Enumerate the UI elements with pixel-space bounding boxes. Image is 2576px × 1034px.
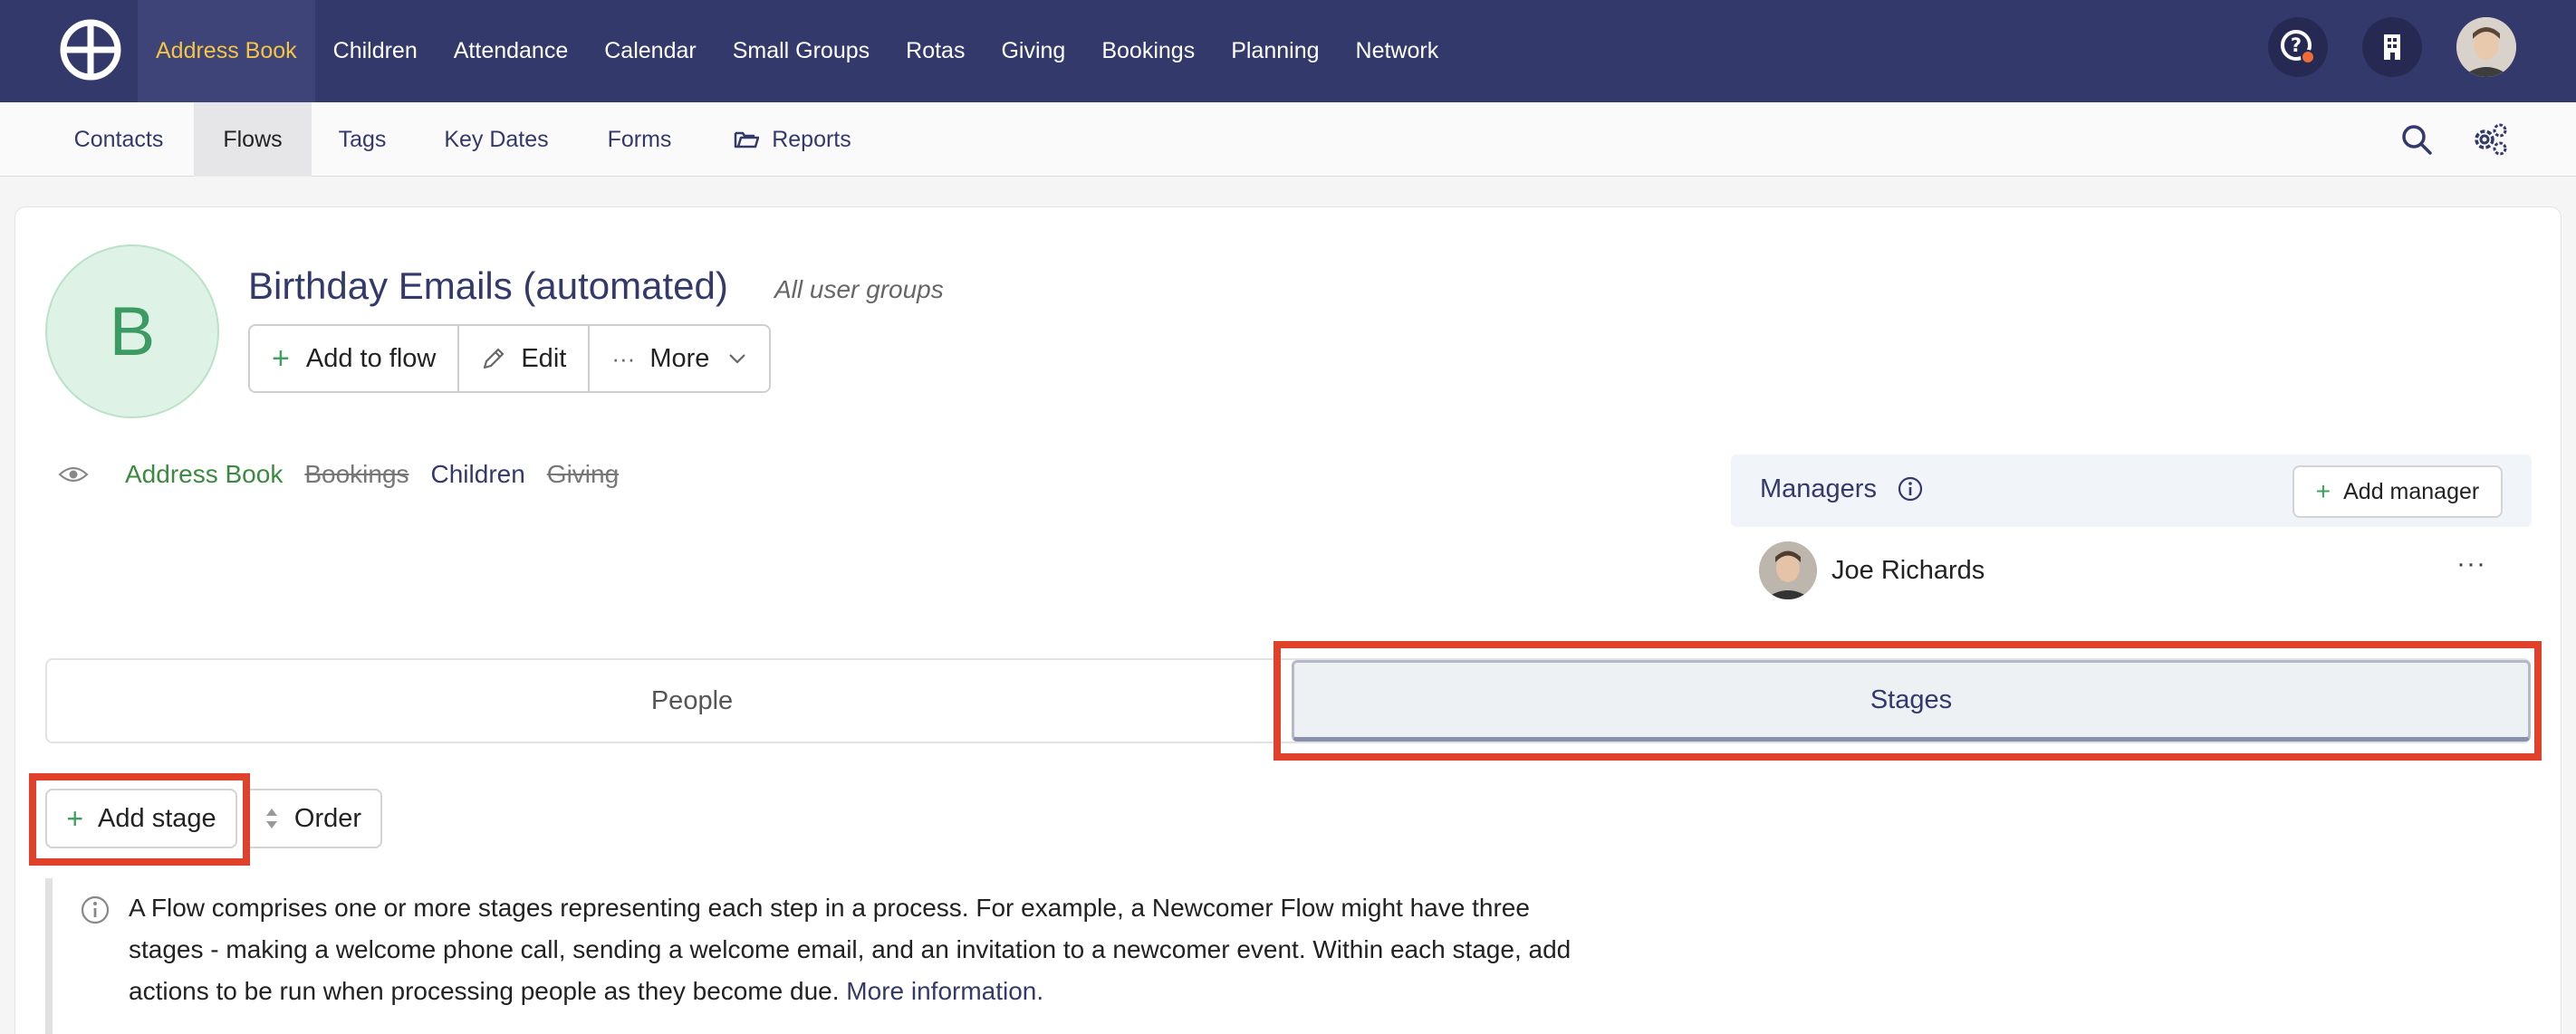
- more-information-link[interactable]: More information.: [846, 977, 1043, 1005]
- edit-button[interactable]: Edit: [457, 326, 588, 391]
- order-button[interactable]: Order: [243, 789, 382, 848]
- nav-item-rotas[interactable]: Rotas: [888, 0, 983, 102]
- stages-info: A Flow comprises one or more stages repr…: [45, 878, 1585, 1034]
- subnav-forms[interactable]: Forms: [594, 102, 685, 177]
- user-avatar[interactable]: [2456, 17, 2516, 77]
- tab-people[interactable]: People: [47, 660, 1337, 742]
- order-label: Order: [293, 803, 362, 833]
- edit-label: Edit: [521, 343, 567, 373]
- add-stage-label: Add stage: [98, 803, 216, 833]
- crosshair-logo-icon[interactable]: [58, 17, 123, 82]
- top-navigation: Address Book Children Attendance Calenda…: [0, 0, 2576, 102]
- help-icon: ?: [2281, 30, 2315, 64]
- add-to-flow-label: Add to flow: [305, 343, 437, 373]
- add-manager-button[interactable]: + Add manager: [2292, 465, 2503, 518]
- flow-tabs: People Stages: [45, 658, 2531, 743]
- main-menu: Address Book Children Attendance Calenda…: [138, 0, 1456, 102]
- access-address-book: Address Book: [125, 460, 284, 488]
- info-icon[interactable]: [1897, 475, 1924, 503]
- plus-icon: +: [272, 341, 290, 376]
- nav-item-children[interactable]: Children: [315, 0, 436, 102]
- add-stage-button[interactable]: + Add stage: [45, 789, 237, 848]
- tab-stages[interactable]: Stages: [1292, 660, 2531, 742]
- managers-title: Managers: [1760, 474, 1924, 504]
- subnav-flows[interactable]: Flows: [194, 102, 312, 177]
- nav-item-bookings[interactable]: Bookings: [1083, 0, 1213, 102]
- flow-user-groups: All user groups: [774, 275, 944, 303]
- search-icon[interactable]: [2400, 123, 2433, 156]
- manager-row: Joe Richards ···: [1759, 541, 2520, 601]
- nav-item-small-groups[interactable]: Small Groups: [715, 0, 888, 102]
- plus-icon: +: [66, 802, 84, 835]
- building-icon: [2384, 34, 2400, 60]
- pencil-icon: [484, 348, 505, 369]
- add-manager-label: Add manager: [2343, 478, 2480, 504]
- more-label: More: [649, 343, 710, 373]
- nav-item-network[interactable]: Network: [1338, 0, 1457, 102]
- access-giving: Giving: [546, 460, 620, 488]
- chevron-down-icon: [729, 354, 746, 364]
- svg-text:?: ?: [2291, 34, 2302, 56]
- info-icon: [81, 895, 110, 924]
- more-button[interactable]: ··· More: [588, 326, 769, 391]
- add-to-flow-button[interactable]: + Add to flow: [250, 326, 457, 391]
- subnav-reports-label: Reports: [772, 126, 851, 152]
- access-children: Children: [430, 460, 525, 488]
- nav-item-planning[interactable]: Planning: [1213, 0, 1337, 102]
- managers-panel: Managers + Add manager: [1731, 455, 2532, 527]
- subnav-tags[interactable]: Tags: [322, 102, 402, 177]
- plus-icon: +: [2315, 477, 2331, 505]
- module-access: Address Book Bookings Children Giving: [58, 456, 640, 493]
- folder-icon: [734, 131, 760, 148]
- manager-menu-button[interactable]: ···: [2456, 549, 2486, 579]
- subnav-reports[interactable]: Reports: [725, 102, 860, 177]
- manager-name[interactable]: Joe Richards: [1831, 556, 1985, 586]
- info-text: A Flow comprises one or more stages repr…: [129, 887, 1578, 1012]
- subnav-key-dates[interactable]: Key Dates: [433, 102, 560, 177]
- help-button[interactable]: ?: [2268, 17, 2328, 77]
- access-bookings: Bookings: [304, 460, 409, 488]
- nav-item-calendar[interactable]: Calendar: [586, 0, 714, 102]
- sub-navigation: Contacts Flows Tags Key Dates Forms Repo…: [0, 102, 2576, 177]
- flow-title: Birthday Emails (automated): [248, 264, 728, 307]
- avatar: [1759, 541, 1817, 599]
- nav-item-address-book[interactable]: Address Book: [138, 0, 315, 102]
- organisation-button[interactable]: [2362, 17, 2422, 77]
- flow-avatar: B: [45, 244, 219, 418]
- sort-icon: [265, 809, 277, 828]
- managers-title-label: Managers: [1760, 474, 1877, 503]
- nav-item-attendance[interactable]: Attendance: [436, 0, 587, 102]
- flow-actions: + Add to flow Edit ··· More: [248, 324, 772, 393]
- subnav-contacts[interactable]: Contacts: [51, 102, 187, 177]
- settings-icon[interactable]: [2471, 121, 2509, 158]
- nav-item-giving[interactable]: Giving: [983, 0, 1083, 102]
- eye-icon: [58, 466, 89, 483]
- ellipsis-icon: ···: [611, 344, 636, 372]
